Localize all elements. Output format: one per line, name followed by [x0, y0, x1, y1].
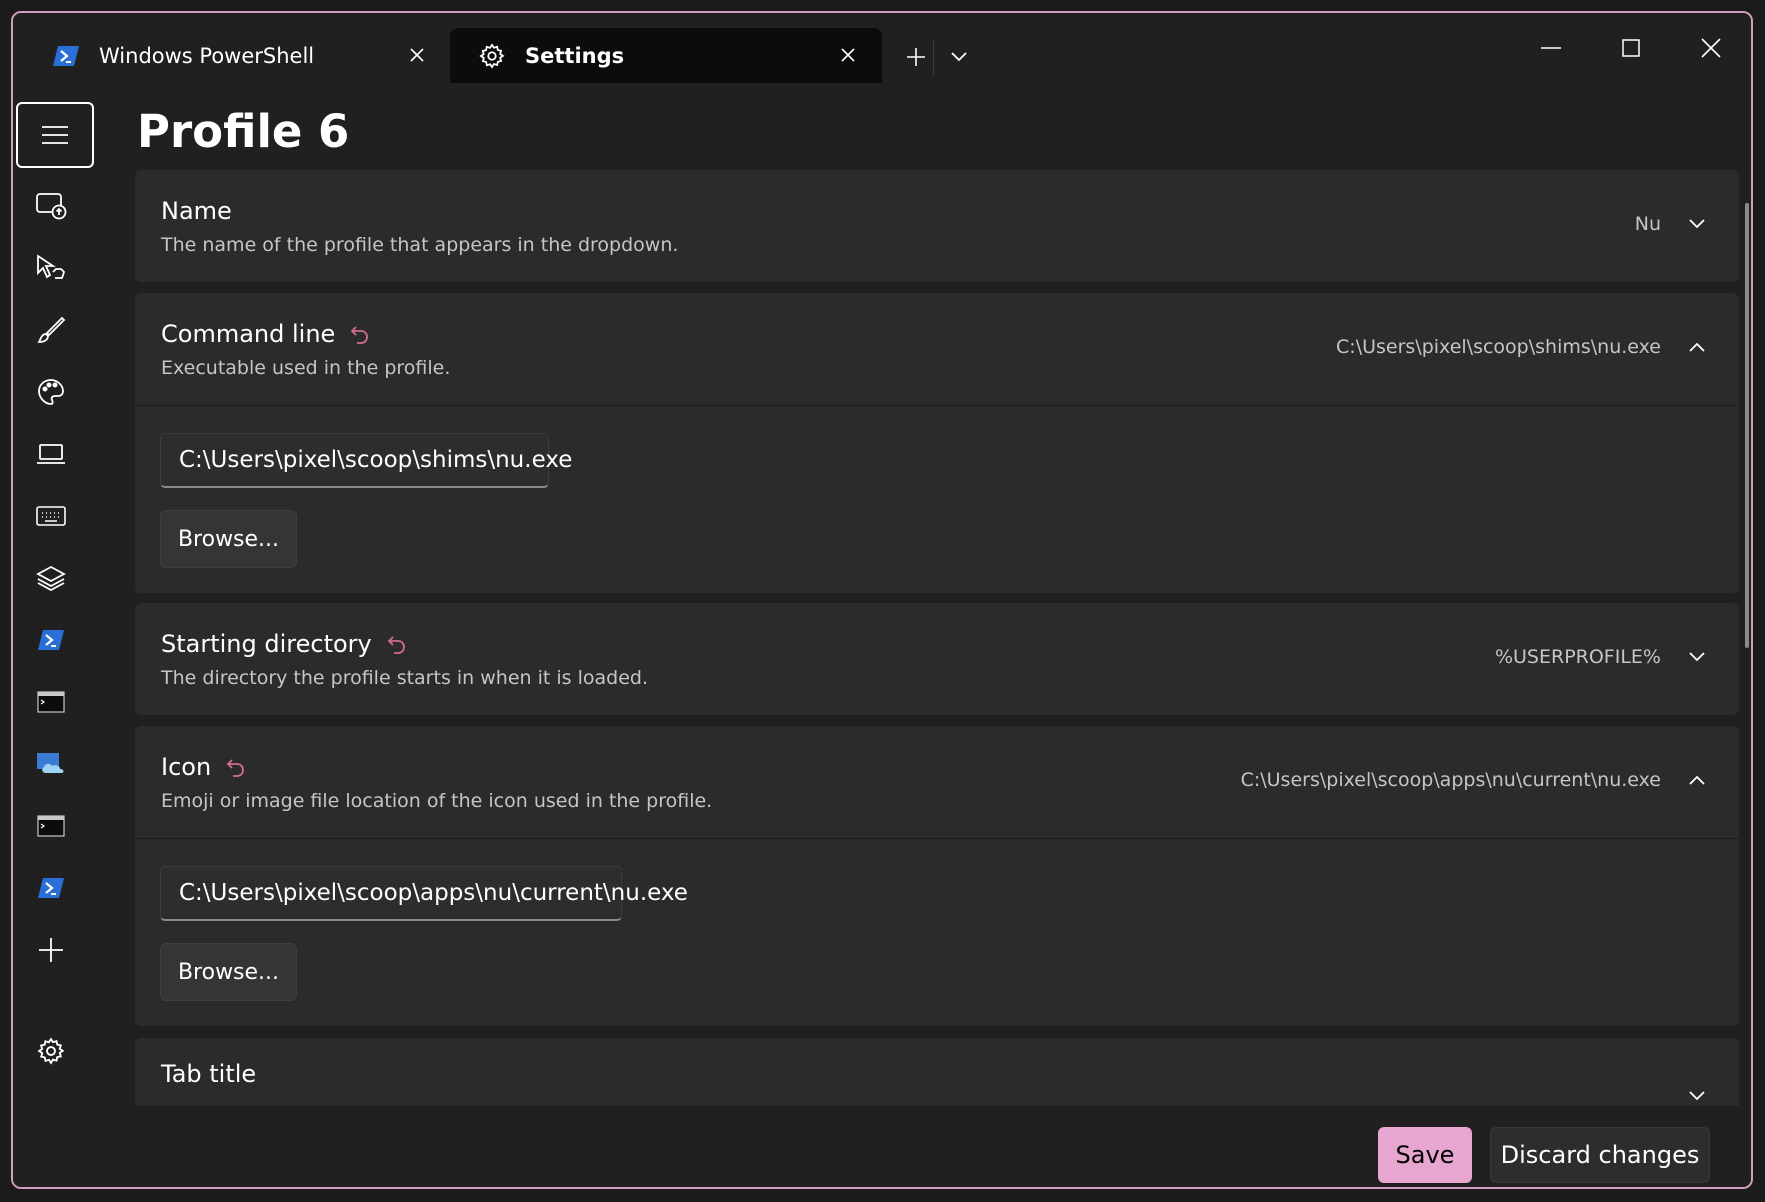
- icon-path-input[interactable]: C:\Users\pixel\scoop\apps\nu\current\nu.…: [160, 866, 688, 921]
- hamburger-icon: [42, 126, 68, 144]
- setting-name[interactable]: Name The name of the profile that appear…: [135, 170, 1739, 282]
- sidebar-item-startup[interactable]: [31, 186, 71, 226]
- setting-value: C:\Users\pixel\scoop\apps\nu\current\nu.…: [1240, 769, 1661, 791]
- sidebar-item-profile-azure[interactable]: [31, 744, 71, 784]
- discard-changes-button[interactable]: Discard changes: [1490, 1127, 1710, 1183]
- tab-windows-powershell[interactable]: Windows PowerShell: [21, 28, 451, 83]
- powershell-icon: [38, 630, 64, 650]
- setting-header[interactable]: Starting directory The directory the pro…: [135, 603, 1739, 714]
- chevron-down-icon[interactable]: [1681, 641, 1713, 673]
- setting-title: Tab title: [161, 1060, 257, 1088]
- setting-description: The name of the profile that appears in …: [161, 234, 679, 256]
- menu-toggle-button[interactable]: [16, 102, 94, 168]
- powershell-icon: [38, 878, 64, 898]
- setting-starting-directory[interactable]: Starting directory The directory the pro…: [135, 603, 1739, 715]
- paintbrush-icon: [37, 316, 66, 343]
- setting-header[interactable]: Command line Executable used in the prof…: [135, 293, 1739, 404]
- sidebar-item-profile-developer-cmd[interactable]: [31, 806, 71, 846]
- setting-value: Nu: [1634, 213, 1661, 235]
- save-button[interactable]: Save: [1378, 1127, 1472, 1183]
- reset-icon[interactable]: [349, 323, 371, 345]
- tab-settings[interactable]: Settings: [450, 28, 882, 83]
- chevron-down-icon[interactable]: [1681, 1080, 1713, 1106]
- browse-button[interactable]: Browse...: [160, 943, 297, 1001]
- setting-value: %USERPROFILE%: [1494, 646, 1661, 668]
- setting-header[interactable]: Tab title: [135, 1038, 1739, 1106]
- chevron-down-icon[interactable]: [1681, 208, 1713, 240]
- command-prompt-icon: [37, 691, 65, 713]
- sidebar-item-actions[interactable]: [31, 496, 71, 536]
- minimize-button[interactable]: [1521, 28, 1581, 68]
- interaction-icon: [37, 254, 66, 279]
- azure-cloud-shell-icon: [37, 753, 64, 773]
- sidebar: [13, 83, 99, 1187]
- command-line-input[interactable]: C:\Users\pixel\scoop\shims\nu.exe: [160, 433, 572, 488]
- setting-title: Command line: [161, 320, 371, 348]
- setting-description: Emoji or image file location of the icon…: [161, 790, 713, 812]
- setting-description: The directory the profile starts in when…: [161, 667, 648, 689]
- setting-title: Name: [161, 197, 232, 225]
- terminal-window: Windows PowerShell Settings Profile 6 Na…: [11, 11, 1753, 1189]
- sidebar-item-profile-cmd[interactable]: [31, 682, 71, 722]
- tab-label: Windows PowerShell: [99, 43, 315, 68]
- close-tab-icon[interactable]: [834, 41, 862, 69]
- setting-description: Executable used in the profile.: [161, 357, 451, 379]
- sidebar-item-defaults[interactable]: [31, 558, 71, 598]
- new-tab-button[interactable]: [896, 37, 936, 77]
- setting-header[interactable]: Name The name of the profile that appear…: [135, 170, 1739, 281]
- sidebar-item-color-schemes[interactable]: [31, 372, 71, 412]
- sidebar-item-profile-powershell[interactable]: [31, 620, 71, 660]
- setting-value: C:\Users\pixel\scoop\shims\nu.exe: [1336, 336, 1661, 358]
- maximize-button[interactable]: [1601, 28, 1661, 68]
- reset-icon[interactable]: [225, 756, 247, 778]
- close-tab-icon[interactable]: [403, 41, 431, 69]
- setting-header[interactable]: Icon Emoji or image file location of the…: [135, 726, 1739, 837]
- close-window-button[interactable]: [1681, 28, 1741, 68]
- footer-bar: Save Discard changes: [99, 1106, 1751, 1187]
- chevron-down-icon: [951, 52, 967, 62]
- setting-icon: Icon Emoji or image file location of the…: [135, 726, 1739, 1026]
- browse-button[interactable]: Browse...: [160, 510, 297, 568]
- powershell-icon: [51, 41, 81, 71]
- chevron-up-icon[interactable]: [1681, 764, 1713, 796]
- sidebar-item-profile-developer-powershell[interactable]: [31, 868, 71, 908]
- tab-separator: [933, 40, 934, 76]
- plus-icon: [907, 48, 925, 66]
- page-title: Profile 6: [137, 105, 350, 158]
- setting-expanded-body: C:\Users\pixel\scoop\apps\nu\current\nu.…: [135, 838, 1739, 1027]
- maximize-icon: [1622, 39, 1640, 57]
- chevron-up-icon[interactable]: [1681, 331, 1713, 363]
- gear-icon: [37, 1037, 65, 1065]
- setting-command-line: Command line Executable used in the prof…: [135, 293, 1739, 593]
- sidebar-open-json-settings[interactable]: [31, 1031, 71, 1071]
- keyboard-icon: [36, 506, 66, 526]
- settings-content: Profile 6 Name The name of the profile t…: [99, 83, 1751, 1106]
- sidebar-item-rendering[interactable]: [31, 434, 71, 474]
- layers-icon: [36, 565, 66, 592]
- tab-label: Settings: [525, 43, 625, 68]
- laptop-icon: [37, 444, 65, 464]
- sidebar-item-interaction[interactable]: [31, 248, 71, 288]
- setting-expanded-body: C:\Users\pixel\scoop\shims\nu.exe Browse…: [135, 405, 1739, 594]
- minimize-icon: [1541, 47, 1561, 49]
- palette-icon: [38, 379, 64, 405]
- sidebar-item-appearance[interactable]: [31, 310, 71, 350]
- startup-icon: [36, 193, 67, 220]
- command-prompt-icon: [37, 815, 65, 837]
- plus-icon: [39, 938, 63, 962]
- scrollbar[interactable]: [1745, 203, 1749, 648]
- title-bar: Windows PowerShell Settings: [13, 13, 1751, 83]
- gear-icon: [477, 41, 507, 71]
- close-icon: [1701, 38, 1721, 58]
- setting-tab-title[interactable]: Tab title: [135, 1038, 1739, 1106]
- sidebar-add-profile-button[interactable]: [31, 930, 71, 970]
- setting-title: Starting directory: [161, 630, 408, 658]
- setting-title: Icon: [161, 753, 247, 781]
- tab-dropdown-button[interactable]: [939, 37, 979, 77]
- reset-icon[interactable]: [386, 633, 408, 655]
